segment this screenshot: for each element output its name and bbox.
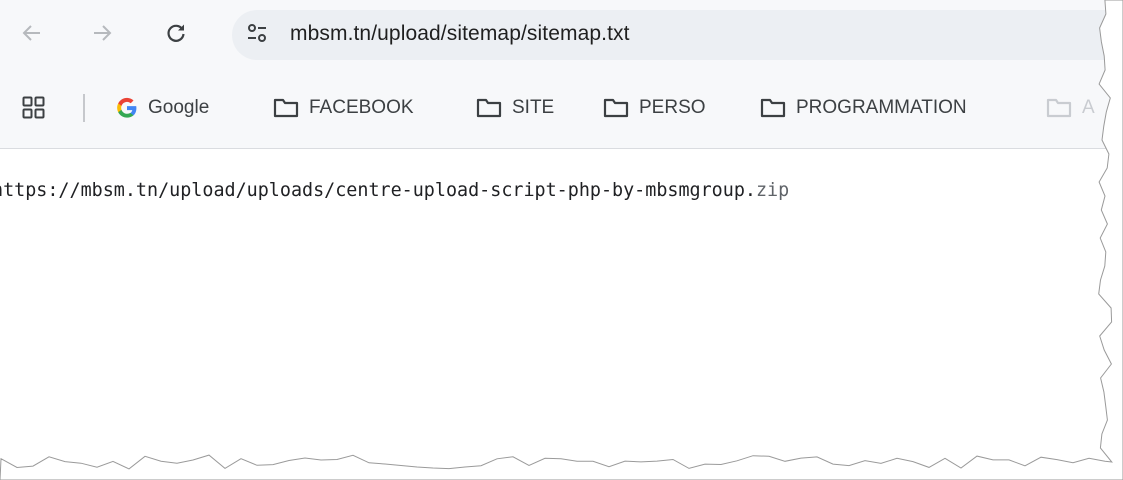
bookmark-label: A <box>1082 97 1095 118</box>
bookmark-google[interactable]: Google <box>116 92 209 124</box>
apps-button[interactable] <box>22 96 46 120</box>
bookmark-folder-site[interactable]: SITE <box>476 92 554 124</box>
bookmark-label: SITE <box>512 97 555 118</box>
url-text[interactable]: mbsm.tn/upload/sitemap/sitemap.txt <box>290 22 630 46</box>
bookmarks-separator <box>83 94 85 122</box>
browser-window: mbsm.tn/upload/sitemap/sitemap.txt Googl… <box>0 0 1123 480</box>
folder-icon <box>603 97 629 119</box>
reload-button[interactable] <box>156 13 196 53</box>
folder-icon <box>1046 97 1072 119</box>
bookmark-folder-overflow[interactable]: A <box>1046 92 1095 124</box>
bookmark-label: PERSO <box>639 97 706 118</box>
bookmark-label: FACEBOOK <box>309 97 414 118</box>
arrow-right-icon <box>91 22 113 44</box>
google-icon <box>116 97 138 119</box>
forward-button[interactable] <box>82 13 122 53</box>
url-text-extension: zip <box>755 180 790 201</box>
folder-icon <box>273 97 299 119</box>
back-button[interactable] <box>12 13 52 53</box>
url-text-main: https://mbsm.tn/upload/uploads/centre-up… <box>0 180 756 201</box>
bookmark-label: PROGRAMMATION <box>796 97 967 118</box>
bookmark-folder-facebook[interactable]: FACEBOOK <box>273 92 414 124</box>
folder-icon <box>760 97 786 119</box>
bookmark-folder-perso[interactable]: PERSO <box>603 92 706 124</box>
apps-grid-icon <box>22 96 46 124</box>
bookmark-folder-programmation[interactable]: PROGRAMMATION <box>760 92 967 124</box>
reload-icon <box>165 22 187 44</box>
bookmark-label: Google <box>148 97 210 118</box>
plain-text-line: https://mbsm.tn/upload/uploads/centre-up… <box>0 180 789 201</box>
site-info-button[interactable] <box>240 18 274 52</box>
arrow-left-icon <box>21 22 43 44</box>
folder-icon <box>476 97 502 119</box>
tune-icon <box>245 21 269 50</box>
